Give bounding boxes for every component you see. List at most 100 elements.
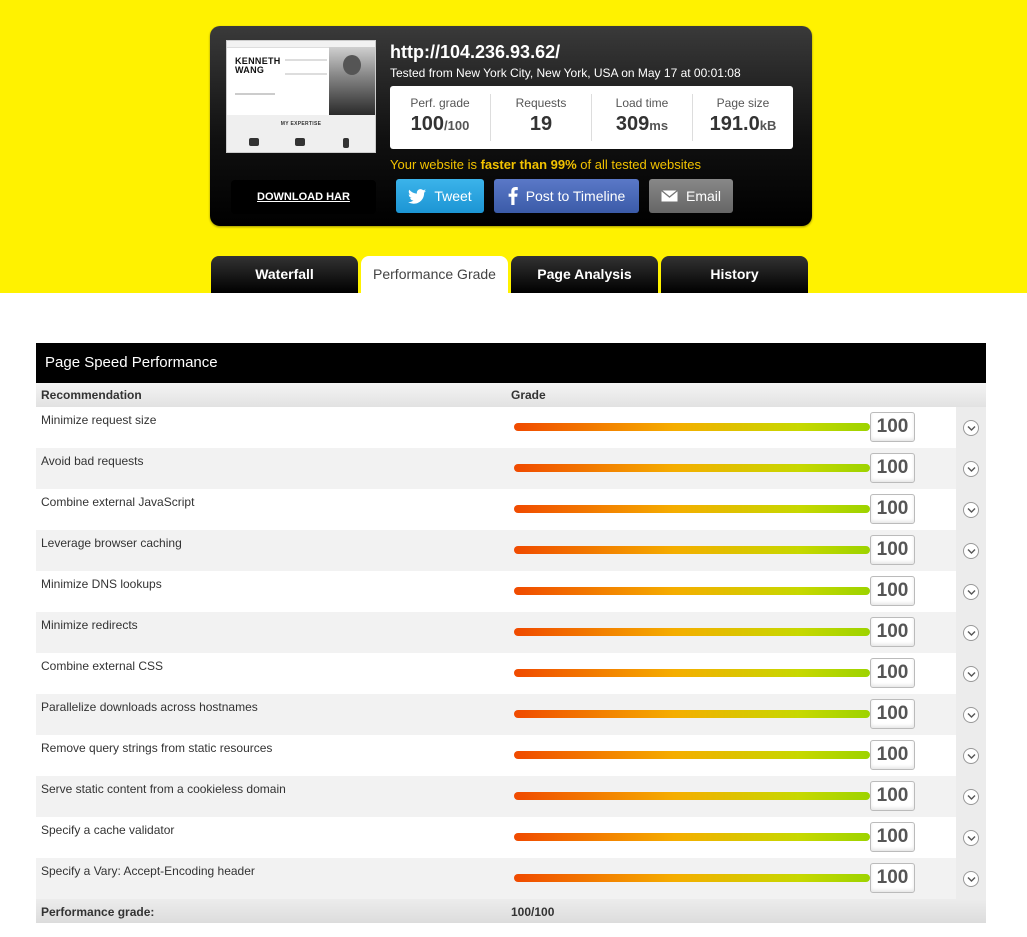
download-har-button[interactable]: DOWNLOAD HAR [231,180,376,214]
twitter-icon [408,188,427,204]
chevron-down-icon [967,549,976,554]
stat-unit: /100 [444,118,470,133]
post-to-timeline-button[interactable]: Post to Timeline [494,179,639,213]
expand-toggle[interactable] [956,653,986,694]
chevron-down-icon [967,467,976,472]
grade-bar [514,792,870,800]
grade-score: 100 [870,453,915,483]
grade-score: 100 [870,576,915,606]
expand-toggle[interactable] [956,858,986,899]
expand-toggle[interactable] [956,817,986,858]
stat-value: 309 [615,113,650,135]
tab-page-analysis[interactable]: Page Analysis [511,256,658,293]
grade-bar [514,833,870,841]
table-row[interactable]: Remove query strings from static resourc… [36,735,986,776]
email-label: Email [685,188,721,204]
recommendation-name: Combine external JavaScript [41,495,195,509]
expand-toggle[interactable] [956,448,986,489]
performance-grade-footer: Performance grade: 100/100 [36,899,986,923]
table-row[interactable]: Avoid bad requests 100 [36,448,986,489]
table-row[interactable]: Minimize redirects 100 [36,612,986,653]
expand-toggle[interactable] [956,735,986,776]
expand-toggle[interactable] [956,489,986,530]
grade-score: 100 [870,822,915,852]
table-row[interactable]: Leverage browser caching 100 [36,530,986,571]
table-row[interactable]: Minimize request size 100 [36,407,986,448]
recommendation-name: Specify a cache validator [41,823,175,837]
tab-history[interactable]: History [661,256,808,293]
grade-bar [514,669,870,677]
stat-label: Perf. grade [410,96,470,110]
expand-toggle[interactable] [956,530,986,571]
stat-perf-grade: Perf. grade 100/100 [390,94,491,141]
stat-unit: ms [649,118,669,133]
recommendation-name: Remove query strings from static resourc… [41,741,273,755]
test-location-time: Tested from New York City, New York, USA… [390,66,741,80]
eye-icon [249,138,259,146]
table-row[interactable]: Specify a cache validator 100 [36,817,986,858]
grade-score: 100 [870,863,915,893]
table-row[interactable]: Specify a Vary: Accept-Encoding header 10… [36,858,986,899]
stat-requests: Requests 19 [491,94,592,141]
table-row[interactable]: Minimize DNS lookups 100 [36,571,986,612]
chevron-down-icon [967,795,976,800]
tab-performance-grade[interactable]: Performance Grade [361,256,508,293]
email-button[interactable]: Email [649,179,733,213]
test-summary-card: KENNETH WANG MY EXPERTISE http://104.236.… [210,26,812,226]
grade-score: 100 [870,740,915,770]
facebook-icon [508,187,518,205]
stat-page-size: Page size 191.0kB [693,94,793,141]
recommendation-name: Combine external CSS [41,659,164,673]
table-row[interactable]: Serve static content from a cookieless d… [36,776,986,817]
stat-value: 100 [410,113,445,135]
grade-bar [514,587,870,595]
panel-title: Page Speed Performance [36,343,986,383]
thumbnail-section-label: MY EXPERTISE [280,121,322,127]
tab-waterfall[interactable]: Waterfall [211,256,358,293]
thumbnail-name-last: WANG [235,65,265,75]
stat-value: 191.0 [709,113,760,135]
grade-score: 100 [870,699,915,729]
table-row[interactable]: Combine external CSS 100 [36,653,986,694]
site-screenshot-thumbnail[interactable]: KENNETH WANG MY EXPERTISE [226,40,376,153]
thumbnail-portrait [329,47,375,115]
expand-toggle[interactable] [956,612,986,653]
chevron-down-icon [967,631,976,636]
phone-icon [343,138,349,148]
stat-label: Load time [615,96,669,110]
email-icon [661,190,678,202]
table-row[interactable]: Parallelize downloads across hostnames 10… [36,694,986,735]
table-row[interactable]: Combine external JavaScript 100 [36,489,986,530]
chevron-down-icon [967,877,976,882]
monitor-icon [295,138,305,146]
grade-score: 100 [870,658,915,688]
grade-score: 100 [870,412,915,442]
chevron-down-icon [967,508,976,513]
tweet-label: Tweet [434,188,472,204]
expand-toggle[interactable] [956,571,986,612]
grade-bar [514,423,870,431]
chevron-down-icon [967,836,976,841]
page-speed-performance-panel: Page Speed Performance Recommendation Gr… [36,343,986,923]
recommendation-name: Specify a Vary: Accept-Encoding header [41,864,255,878]
tweet-button[interactable]: Tweet [396,179,484,213]
expand-toggle[interactable] [956,694,986,735]
expand-toggle[interactable] [956,407,986,448]
chevron-down-icon [967,713,976,718]
recommendation-list: Minimize request size 100 Avoid bad reques… [36,407,986,899]
grade-bar [514,751,870,759]
footer-value: 100/100 [511,905,555,919]
grade-bar [514,628,870,636]
table-header: Recommendation Grade [36,383,986,407]
faster-percent: faster than 99% [480,157,577,172]
column-recommendation: Recommendation [41,388,142,402]
faster-than-message: Your website is faster than 99% of all t… [390,157,701,172]
recommendation-name: Minimize DNS lookups [41,577,162,591]
post-to-timeline-label: Post to Timeline [525,188,626,204]
grade-score: 100 [870,781,915,811]
recommendation-name: Leverage browser caching [41,536,182,550]
recommendation-name: Minimize request size [41,413,157,427]
grade-bar [514,505,870,513]
expand-toggle[interactable] [956,776,986,817]
recommendation-name: Avoid bad requests [41,454,144,468]
